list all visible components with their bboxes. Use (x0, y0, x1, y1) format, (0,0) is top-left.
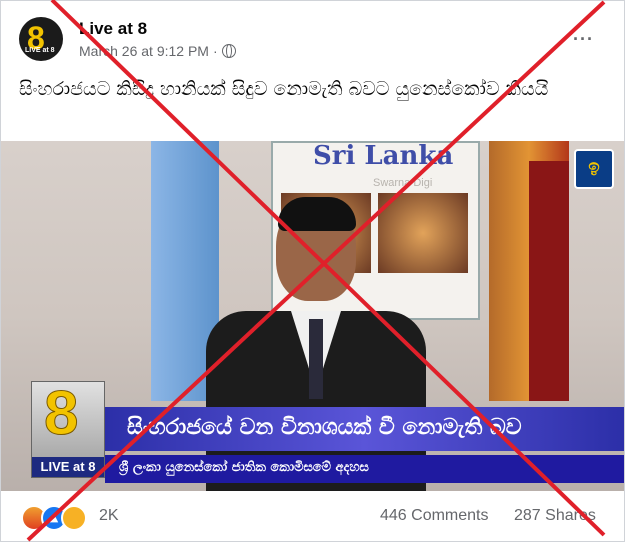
comments-count[interactable]: 446 Comments (380, 507, 489, 525)
wow-icon (61, 505, 87, 531)
video-player[interactable]: Sri Lanka Swarna Digi ඉ 8 LIVE at 8 සිංහ… (1, 141, 624, 491)
separator: · (212, 43, 218, 59)
avatar[interactable]: 8 LIVE at 8 (19, 17, 63, 61)
watermark-text: Swarna Digi (373, 177, 433, 189)
logo-digit: 8 (43, 379, 79, 449)
news-subheadline: ශ්‍රී ලංකා යුනෙස්කෝ ජාතික කොමිසමේ අදහස (119, 460, 369, 475)
post-timestamp[interactable]: March 26 at 9:12 PM (79, 43, 209, 59)
post-header: 8 LIVE at 8 Live at 8 March 26 at 9:12 P… (19, 17, 236, 61)
news-subheadline-band: ශ්‍රී ලංකා යුනෙස්කෝ ජාතික කොමිසමේ අදහස (105, 455, 624, 483)
poster-title: Sri Lanka (313, 141, 454, 171)
reaction-count[interactable]: 2K (99, 507, 119, 525)
avatar-logo-text: LIVE at 8 (25, 47, 55, 54)
live-at-8-logo: 8 LIVE at 8 (31, 379, 105, 478)
timestamp-row: March 26 at 9:12 PM · (79, 43, 236, 59)
news-headline-band: සිංහරාජයේ වන විනාශයක් වී නොමැති බව (105, 407, 624, 451)
sri-lanka-flag (489, 141, 569, 401)
post-meta: Live at 8 March 26 at 9:12 PM · (79, 19, 236, 59)
logo-label: LIVE at 8 (32, 457, 104, 477)
globe-icon (221, 44, 236, 58)
shares-count[interactable]: 287 Shares (514, 507, 596, 525)
facebook-post: 8 LIVE at 8 Live at 8 March 26 at 9:12 P… (0, 0, 625, 542)
more-options-button[interactable]: ··· (573, 29, 594, 50)
news-headline: සිංහරාජයේ වන විනාශයක් වී නොමැති බව (127, 415, 522, 440)
channel-logo-symbol: ඉ (588, 156, 600, 176)
channel-logo-icon: ඉ (574, 149, 614, 189)
post-caption: සිංහරාජයට කිසිදු හානියක් සිදුව නොමැති බව… (19, 78, 549, 100)
engagement-bar: ▲ 2K 446 Comments 287 Shares (1, 501, 624, 537)
reactions-summary[interactable]: ▲ (21, 505, 95, 531)
page-name[interactable]: Live at 8 (79, 19, 236, 39)
